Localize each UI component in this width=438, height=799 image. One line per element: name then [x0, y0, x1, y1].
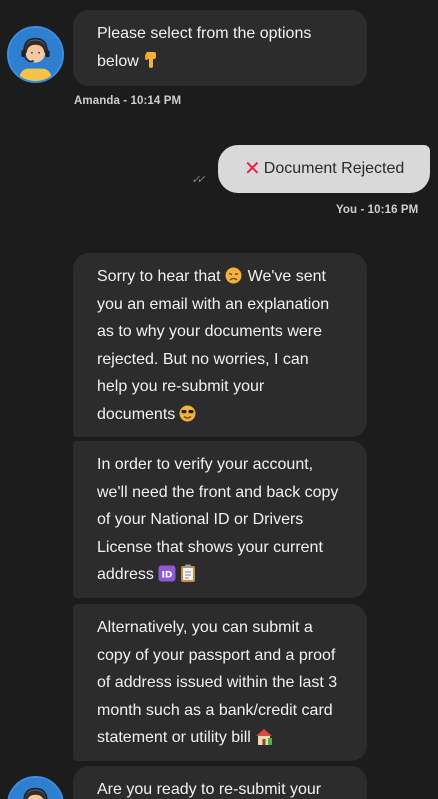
agent-message-bubble: Are you ready to re-submit your	[73, 766, 367, 799]
cross-mark-icon: ✕	[244, 158, 261, 180]
house-emoji	[255, 728, 273, 745]
smiling-face-sunglasses-emoji	[179, 405, 196, 422]
user-message-bubble: ✕ Document Rejected	[218, 145, 430, 193]
message-text-continued: We've sent you an email with an explanat…	[97, 268, 330, 423]
pointing-down-emoji	[143, 51, 160, 69]
agent-message-bubble: In order to verify your account, we'll n…	[73, 441, 367, 598]
id-button-emoji: ID	[158, 565, 176, 582]
message-text: In order to verify your account, we'll n…	[97, 456, 339, 583]
message-text: Alternatively, you can submit a copy of …	[97, 619, 338, 746]
message-text: Document Rejected	[263, 160, 405, 177]
clipboard-emoji	[180, 564, 196, 582]
message-text: Sorry to hear that	[97, 268, 221, 285]
agent-message-bubble: Alternatively, you can submit a copy of …	[73, 604, 367, 761]
chat-window: Please select from the options below Ama…	[0, 0, 438, 799]
message-text: Are you ready to re-submit your	[97, 781, 322, 798]
agent-avatar	[7, 776, 64, 799]
disappointed-face-emoji	[225, 267, 242, 284]
agent-message-bubble: Please select from the options below	[73, 10, 367, 86]
message-meta: Amanda - 10:14 PM	[74, 95, 182, 107]
agent-avatar	[7, 26, 64, 83]
agent-message-bubble: Sorry to hear that We've sent you an emai…	[73, 253, 367, 437]
message-meta: You - 10:16 PM	[336, 204, 419, 216]
read-receipt-icon: ✓✓	[190, 174, 204, 186]
message-text: Please select from the options below	[97, 25, 312, 70]
svg-text:ID: ID	[162, 571, 173, 581]
